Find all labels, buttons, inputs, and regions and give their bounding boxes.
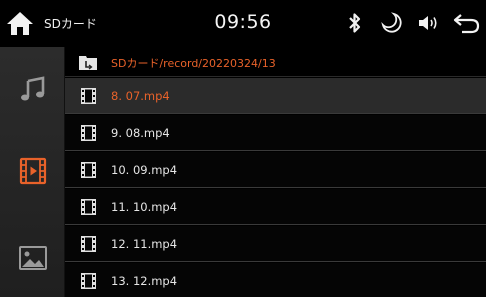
file-name: 13. 12.mp4 — [111, 274, 178, 288]
video-file-icon — [81, 162, 96, 178]
file-name: 8. 07.mp4 — [111, 89, 170, 103]
file-row[interactable]: 10. 09.mp4 — [65, 152, 486, 188]
file-list: SDカード/record/20220324/13 8. 07.mp4 9. 08… — [65, 47, 486, 297]
volume-icon[interactable] — [417, 13, 443, 33]
file-row[interactable]: 12. 11.mp4 — [65, 226, 486, 262]
current-path: SDカード/record/20220324/13 — [111, 57, 276, 70]
video-file-icon — [81, 199, 96, 215]
file-name: 12. 11.mp4 — [111, 237, 178, 251]
video-file-icon — [81, 236, 96, 252]
current-path-row[interactable]: SDカード/record/20220324/13 — [65, 47, 486, 77]
file-name: 11. 10.mp4 — [111, 200, 178, 214]
folder-up-icon — [79, 56, 97, 70]
music-note-icon[interactable] — [17, 73, 49, 105]
back-icon[interactable] — [452, 12, 480, 34]
night-mode-icon[interactable] — [381, 12, 403, 34]
bluetooth-icon — [349, 13, 361, 33]
status-bar: SDカード 09:56 — [0, 0, 486, 47]
file-name: 9. 08.mp4 — [111, 126, 170, 140]
file-row[interactable]: 13. 12.mp4 — [65, 263, 486, 297]
picture-icon[interactable] — [17, 242, 49, 274]
video-file-icon — [81, 273, 96, 289]
file-row[interactable]: 9. 08.mp4 — [65, 115, 486, 151]
file-name: 10. 09.mp4 — [111, 163, 178, 177]
video-file-icon — [81, 88, 96, 104]
clock: 09:56 — [214, 11, 272, 33]
media-sidebar — [0, 47, 65, 297]
file-row[interactable]: 11. 10.mp4 — [65, 189, 486, 225]
film-icon[interactable] — [17, 155, 49, 187]
file-row[interactable]: 8. 07.mp4 — [65, 78, 486, 114]
video-file-icon — [81, 125, 96, 141]
